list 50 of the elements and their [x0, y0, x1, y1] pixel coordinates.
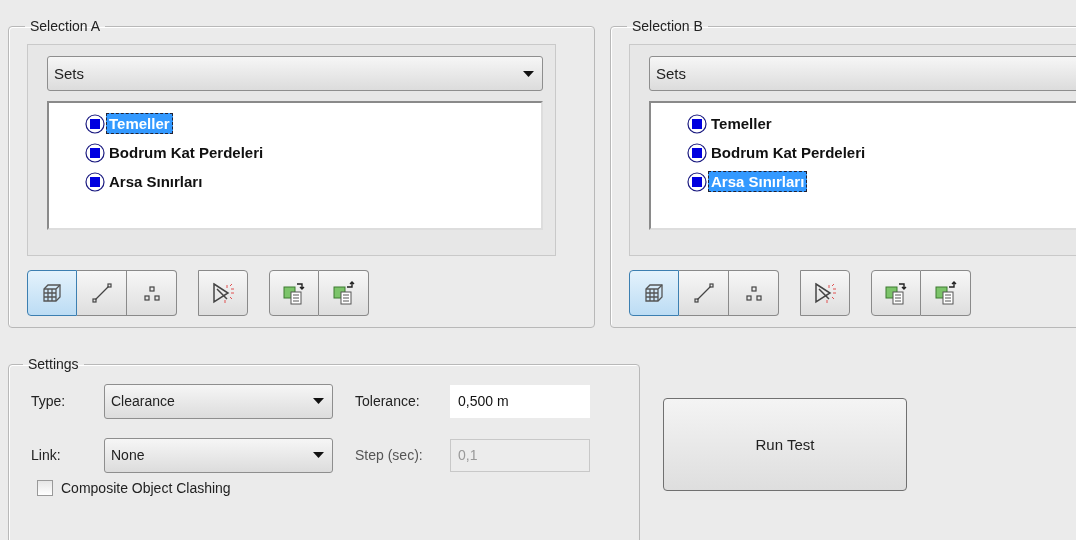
line-icon — [90, 282, 113, 304]
selection-mode-button[interactable] — [27, 270, 77, 316]
composite-checkbox[interactable] — [37, 480, 53, 496]
panel-title: Selection A — [29, 18, 102, 34]
box-list-arrow-icon — [933, 281, 958, 305]
field-label: Type: — [30, 393, 67, 409]
tolerance-field[interactable]: 0,500 m — [450, 384, 590, 418]
line-icon — [692, 282, 715, 304]
sets-dropdown[interactable]: Sets — [47, 56, 543, 91]
panel-title: Settings — [27, 356, 80, 372]
set-icon — [85, 113, 105, 134]
checkbox-label: Composite Object Clashing — [61, 480, 231, 496]
export-button[interactable] — [319, 270, 369, 316]
set-item[interactable]: Bodrum Kat Perdeleri — [708, 142, 869, 163]
dropdown-arrow-icon — [523, 70, 534, 77]
field-label: Link: — [30, 447, 62, 463]
field-label: Tolerance: — [354, 393, 421, 409]
set-icon — [85, 142, 105, 163]
box-list-arrow-icon — [884, 281, 908, 305]
panel-title: Selection B — [631, 18, 704, 34]
selection-mode-button[interactable] — [127, 270, 177, 316]
dropdown-arrow-icon — [313, 398, 324, 404]
set-item[interactable]: Arsa Sınırları — [106, 171, 206, 192]
cube-icon — [643, 282, 665, 304]
selection-mode-button[interactable] — [77, 270, 127, 316]
selection-mode-button[interactable] — [729, 270, 779, 316]
box-list-arrow-icon — [282, 281, 306, 305]
import-button[interactable] — [269, 270, 319, 316]
triangle-spark-icon — [813, 281, 837, 305]
set-icon — [85, 171, 105, 192]
export-button[interactable] — [921, 270, 971, 316]
link-dropdown[interactable]: None — [104, 437, 333, 473]
sets-dropdown[interactable]: Sets — [649, 56, 1076, 91]
set-icon — [687, 113, 707, 134]
import-button[interactable] — [871, 270, 921, 316]
type-dropdown[interactable]: Clearance — [104, 383, 333, 419]
hide-button[interactable] — [800, 270, 850, 316]
cube-icon — [41, 282, 63, 304]
set-item[interactable]: Bodrum Kat Perdeleri — [106, 142, 267, 163]
selection-mode-button[interactable] — [679, 270, 729, 316]
dropdown-arrow-icon — [313, 452, 324, 458]
run-test-button[interactable]: Run Test — [663, 398, 907, 491]
set-icon — [687, 171, 707, 192]
selection-mode-button[interactable] — [629, 270, 679, 316]
set-icon — [687, 142, 707, 163]
set-item[interactable]: Temeller — [708, 113, 775, 134]
field-label: Step (sec): — [354, 447, 424, 463]
box-list-arrow-icon — [331, 281, 356, 305]
hide-button[interactable] — [198, 270, 248, 316]
triangle-spark-icon — [211, 281, 235, 305]
